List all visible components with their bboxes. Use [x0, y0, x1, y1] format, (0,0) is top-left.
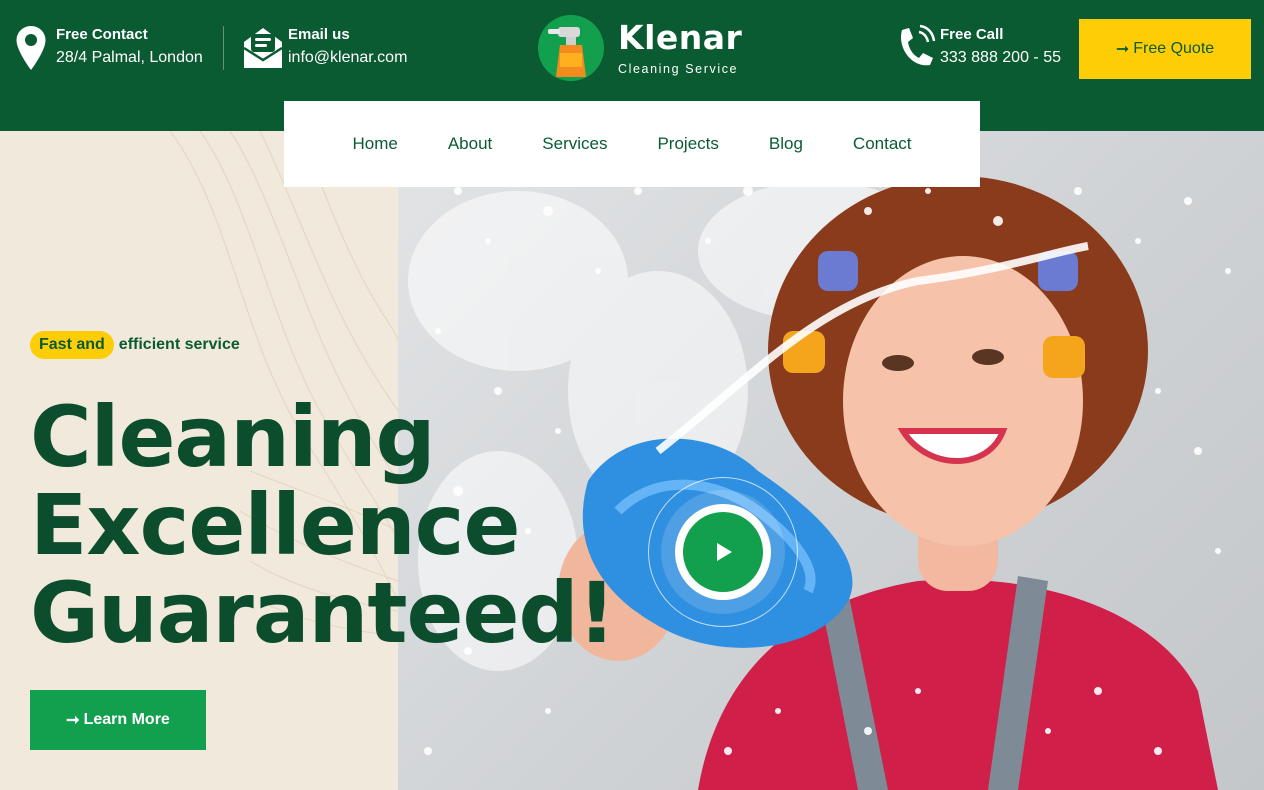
contact-email[interactable]: Email us info@klenar.com: [238, 24, 407, 74]
headline-line-1: Cleaning: [30, 388, 436, 486]
free-quote-button[interactable]: ➞ Free Quote: [1079, 19, 1251, 79]
hero-headline: Cleaning Excellence Guaranteed!: [30, 388, 616, 662]
header-divider: [223, 26, 224, 70]
nav-item-projects[interactable]: Projects: [632, 134, 743, 154]
logo-subtitle: Cleaning Service: [618, 61, 739, 76]
nav-item-services[interactable]: Services: [517, 134, 632, 154]
nav-item-about[interactable]: About: [423, 134, 517, 154]
nav-item-contact[interactable]: Contact: [828, 134, 937, 154]
email-label: Email us: [288, 26, 350, 43]
tagline-text: efficient service: [118, 336, 240, 353]
tagline-highlight: Fast and: [30, 331, 114, 359]
arrow-right-icon: ➞: [66, 712, 80, 729]
free-quote-label: Free Quote: [1133, 40, 1215, 57]
nav-item-home[interactable]: Home: [327, 134, 422, 154]
learn-more-button[interactable]: ➞ Learn More: [30, 690, 206, 750]
learn-more-label: Learn More: [83, 711, 170, 728]
play-video-button[interactable]: [675, 504, 771, 600]
envelope-icon: [238, 24, 288, 74]
site-logo[interactable]: Klenar Cleaning Service: [538, 15, 742, 81]
contact-label: Free Contact: [56, 26, 148, 43]
hero-tagline: Fast and efficient service: [30, 331, 240, 359]
headline-line-2: Excellence: [30, 476, 520, 574]
call-label: Free Call: [940, 26, 1004, 43]
video-play-ring: [648, 477, 798, 627]
call-value[interactable]: 333 888 200 - 55: [940, 47, 1061, 69]
headline-line-3: Guaranteed!: [30, 564, 616, 662]
contact-value: 28/4 Palmal, London: [56, 49, 203, 66]
arrow-right-icon: ➞: [1115, 41, 1130, 58]
map-pin-icon: [6, 24, 56, 74]
logo-name: Klenar: [618, 17, 743, 57]
spray-bottle-icon: [538, 15, 604, 81]
phone-icon: [890, 24, 940, 74]
contact-call[interactable]: Free Call 333 888 200 - 55: [890, 24, 1061, 74]
main-nav: Home About Services Projects Blog Contac…: [284, 101, 980, 187]
nav-item-blog[interactable]: Blog: [744, 134, 828, 154]
contact-address[interactable]: Free Contact 28/4 Palmal, London: [6, 24, 203, 74]
play-icon: [717, 543, 732, 561]
email-value[interactable]: info@klenar.com: [288, 47, 407, 69]
